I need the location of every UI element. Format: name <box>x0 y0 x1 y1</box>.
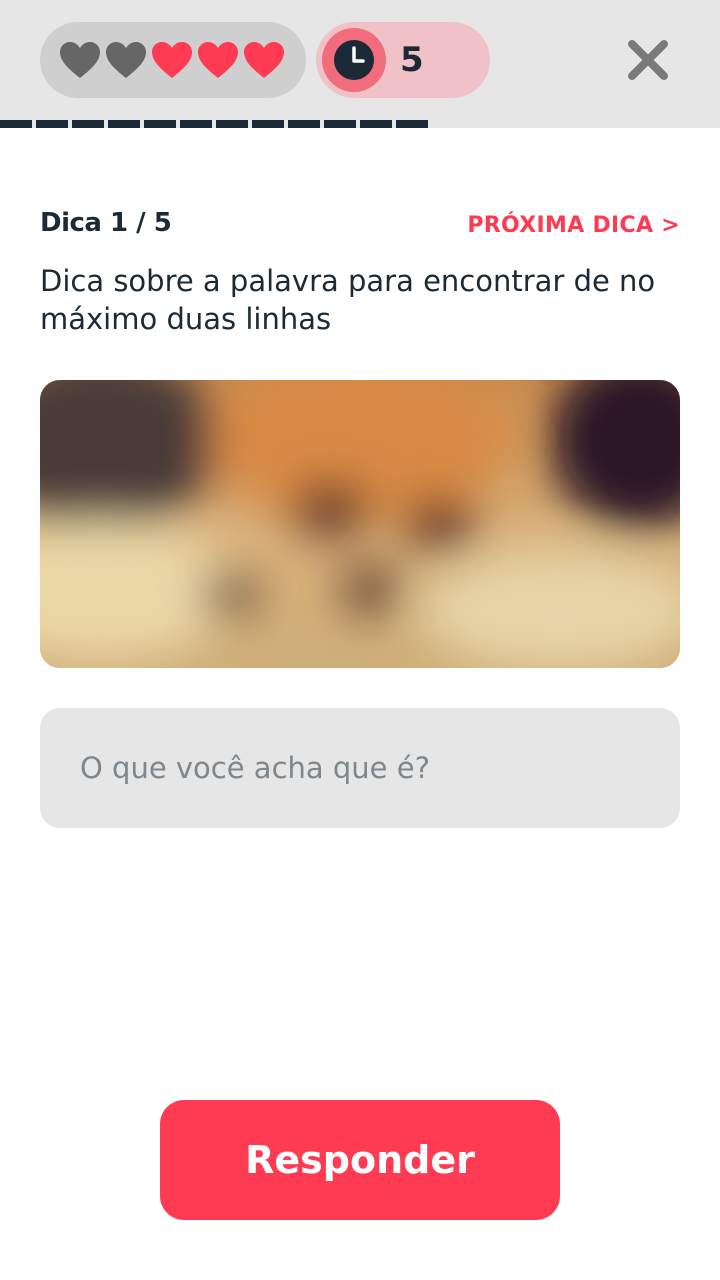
progress-bar <box>0 120 720 128</box>
timer-badge: 5 <box>316 22 490 98</box>
submit-button[interactable]: Responder <box>160 1100 560 1220</box>
heart-icon <box>244 42 284 78</box>
progress-segment <box>216 120 248 128</box>
hint-text: Dica sobre a palavra para encontrar de n… <box>40 264 656 336</box>
heart-icon <box>198 42 238 78</box>
close-button[interactable] <box>624 36 672 84</box>
heart-icon-lost <box>60 42 100 78</box>
close-icon <box>628 40 668 80</box>
progress-segment <box>396 120 428 128</box>
progress-segment <box>144 120 176 128</box>
hint-counter: Dica 1 / 5 <box>40 208 172 238</box>
lives-indicator <box>40 22 306 98</box>
next-hint-link[interactable]: PRÓXIMA DICA > <box>467 213 680 238</box>
timer-value: 5 <box>400 40 424 80</box>
progress-segment <box>0 120 32 128</box>
clock-icon <box>322 28 386 92</box>
hint-image <box>40 380 680 668</box>
progress-segment <box>324 120 356 128</box>
progress-segment <box>252 120 284 128</box>
heart-icon-lost <box>106 42 146 78</box>
progress-segment <box>36 120 68 128</box>
progress-segment <box>288 120 320 128</box>
progress-segment <box>360 120 392 128</box>
progress-segment <box>108 120 140 128</box>
progress-segment <box>180 120 212 128</box>
progress-segment <box>72 120 104 128</box>
top-bar: 5 <box>0 0 720 120</box>
heart-icon <box>152 42 192 78</box>
answer-input[interactable] <box>40 708 680 828</box>
